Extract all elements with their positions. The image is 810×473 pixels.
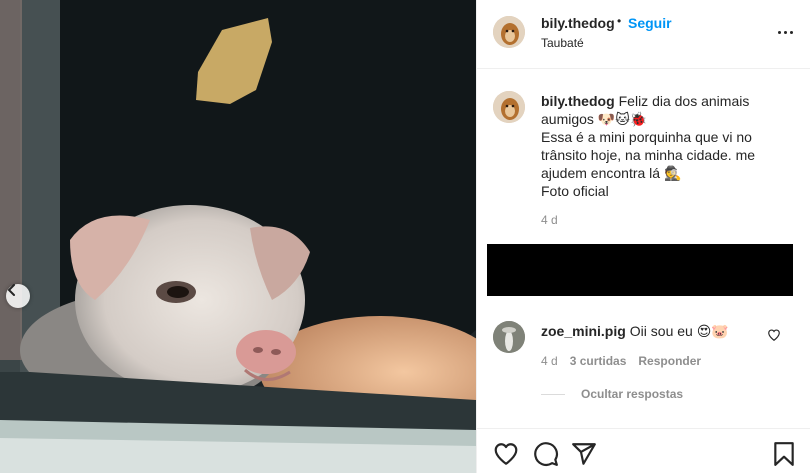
- more-options-icon[interactable]: [773, 26, 797, 38]
- hide-replies-button[interactable]: Ocultar respostas: [541, 387, 683, 401]
- share-icon[interactable]: [571, 441, 597, 467]
- post-details-panel: bily.thedog • Seguir Taubaté bily.thedog…: [476, 0, 810, 473]
- comment-like-heart-icon[interactable]: [767, 328, 781, 342]
- previous-photo-button[interactable]: [6, 284, 30, 308]
- bookmark-icon[interactable]: [771, 441, 797, 467]
- comment-timestamp[interactable]: 4 d: [541, 354, 558, 368]
- follow-button[interactable]: Seguir: [628, 15, 672, 31]
- comment-likes-count[interactable]: 3 curtidas: [570, 354, 627, 368]
- caption-timestamp[interactable]: 4 d: [541, 213, 558, 227]
- comment-icon[interactable]: [533, 441, 559, 467]
- dot: [789, 30, 793, 34]
- caption-username[interactable]: bily.thedog: [541, 93, 615, 109]
- caption-text: bily.thedog Feliz dia dos animais aumigos…: [541, 92, 771, 200]
- pig-avatar-icon: [493, 321, 525, 353]
- divider-line: [541, 393, 565, 395]
- comment-text: zoe_mini.pig Oii sou eu 😍🐷: [541, 323, 729, 340]
- post-action-bar: [477, 428, 810, 473]
- redacted-comment: [487, 244, 793, 296]
- reply-button[interactable]: Responder: [638, 354, 701, 368]
- dot: [777, 30, 781, 34]
- caption-line-3: Foto oficial: [541, 183, 609, 199]
- avatar[interactable]: [493, 16, 525, 48]
- pig-photo-image: [0, 0, 476, 473]
- comment-meta: 4 d 3 curtidas Responder: [541, 354, 701, 368]
- chevron-left-icon: [8, 284, 15, 296]
- caption-avatar[interactable]: [493, 91, 525, 123]
- heart-icon[interactable]: [493, 441, 519, 467]
- caption-line-2: Essa é a mini porquinha que vi no trânsi…: [541, 129, 756, 181]
- post-header: bily.thedog • Seguir Taubaté: [477, 0, 810, 69]
- dot: [783, 30, 787, 34]
- hide-replies-label: Ocultar respostas: [581, 387, 684, 401]
- post-photo: [0, 0, 476, 473]
- dog-avatar-icon: [493, 91, 525, 123]
- location-link[interactable]: Taubaté: [541, 36, 584, 50]
- header-username[interactable]: bily.thedog: [541, 15, 615, 31]
- dog-avatar-icon: [493, 16, 525, 48]
- comment-username[interactable]: zoe_mini.pig: [541, 323, 626, 339]
- separator-dot: •: [617, 14, 622, 28]
- comment-body: Oii sou eu 😍🐷: [629, 323, 729, 339]
- commenter-avatar[interactable]: [493, 321, 525, 353]
